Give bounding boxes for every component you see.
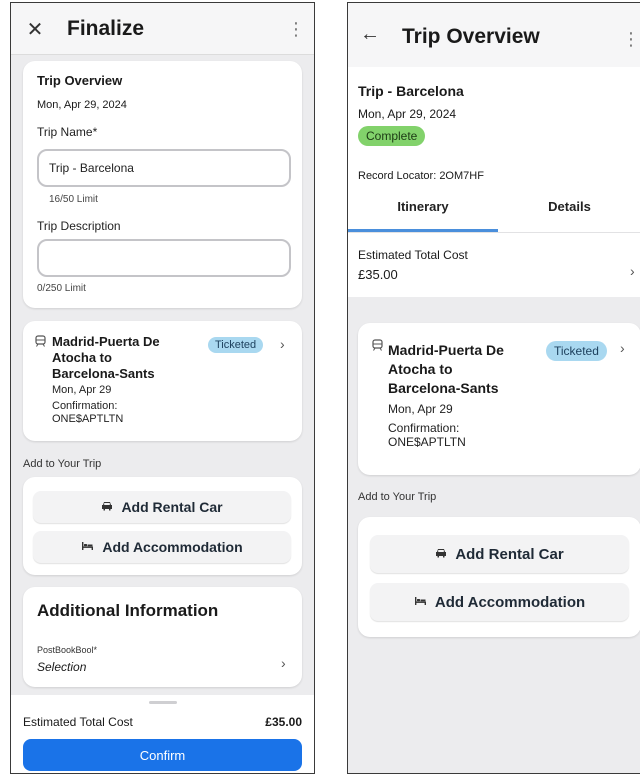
add-rental-car-button[interactable]: Add Rental Car bbox=[33, 491, 291, 523]
train-segment-card[interactable]: Madrid-Puerta De Atocha to Barcelona-San… bbox=[358, 323, 640, 475]
bed-icon bbox=[414, 595, 427, 609]
train-segment-card[interactable]: Madrid-Puerta De Atocha to Barcelona-San… bbox=[23, 321, 302, 441]
segment-title-line-1: Madrid-Puerta De bbox=[388, 342, 504, 358]
segment-title-line-3: Barcelona-Sants bbox=[52, 366, 155, 381]
tab-details[interactable]: Details bbox=[498, 199, 640, 214]
close-icon[interactable]: ✕ bbox=[25, 17, 45, 42]
car-icon bbox=[435, 547, 447, 561]
finalize-header: ✕ Finalize ⋮ bbox=[11, 3, 314, 55]
segment-date: Mon, Apr 29 bbox=[388, 402, 453, 416]
add-accommodation-label: Add Accommodation bbox=[102, 539, 243, 555]
add-to-trip-card: Add Rental Car Add Accommodation bbox=[358, 517, 640, 637]
confirmation-label: Confirmation: bbox=[52, 400, 118, 412]
add-to-trip-label: Add to Your Trip bbox=[23, 458, 102, 470]
card-title: Trip Overview bbox=[37, 73, 123, 88]
estimated-total-cost-label: Estimated Total Cost bbox=[358, 248, 468, 262]
add-to-trip-label: Add to Your Trip bbox=[358, 491, 437, 503]
trip-description-label: Trip Description bbox=[37, 219, 121, 233]
car-icon bbox=[101, 500, 113, 514]
add-accommodation-button[interactable]: Add Accommodation bbox=[370, 583, 629, 621]
arrow-left-icon[interactable]: ← bbox=[360, 23, 380, 46]
trip-description-limit: 0/250 Limit bbox=[37, 283, 86, 294]
segment-title-line-2: Atocha to bbox=[388, 361, 453, 377]
segment-title-line-2: Atocha to bbox=[52, 350, 112, 365]
trip-name-input[interactable]: Trip - Barcelona bbox=[37, 149, 291, 187]
add-to-trip-card: Add Rental Car Add Accommodation bbox=[23, 477, 302, 575]
add-rental-car-button[interactable]: Add Rental Car bbox=[370, 535, 629, 573]
trip-description-input[interactable] bbox=[37, 239, 291, 277]
page-title: Trip Overview bbox=[402, 25, 540, 48]
chevron-right-icon[interactable]: › bbox=[281, 655, 286, 671]
add-accommodation-button[interactable]: Add Accommodation bbox=[33, 531, 291, 563]
trip-overview-header: ← Trip Overview ⋮ bbox=[348, 3, 640, 67]
train-icon bbox=[35, 335, 46, 350]
estimated-total-cost-row[interactable]: Estimated Total Cost £35.00 › bbox=[348, 235, 640, 297]
chevron-right-icon[interactable]: › bbox=[620, 340, 625, 356]
status-badge: Complete bbox=[358, 126, 426, 146]
segment-title-line-1: Madrid-Puerta De bbox=[52, 334, 160, 349]
trip-name-limit: 16/50 Limit bbox=[49, 194, 98, 205]
add-rental-car-label: Add Rental Car bbox=[121, 499, 223, 515]
confirmation-label: Confirmation: bbox=[388, 421, 460, 435]
confirmation-code: ONE$APTLTN bbox=[388, 435, 466, 449]
trip-date: Mon, Apr 29, 2024 bbox=[37, 99, 127, 111]
additional-information-title: Additional Information bbox=[37, 601, 219, 620]
segment-title-line-3: Barcelona-Sants bbox=[388, 380, 499, 396]
trip-name-label: Trip Name* bbox=[37, 125, 98, 139]
tab-itinerary[interactable]: Itinerary bbox=[348, 199, 498, 214]
finalize-screen: ✕ Finalize ⋮ Trip Overview Mon, Apr 29, … bbox=[10, 2, 315, 774]
status-badge: Ticketed bbox=[208, 337, 264, 353]
divider bbox=[348, 232, 640, 233]
chevron-right-icon[interactable]: › bbox=[630, 263, 635, 279]
confirm-button[interactable]: Confirm bbox=[23, 739, 302, 771]
estimated-total-cost-value: £35.00 bbox=[265, 715, 302, 729]
trip-date: Mon, Apr 29, 2024 bbox=[358, 107, 457, 121]
post-book-bool-select[interactable]: Selection bbox=[37, 660, 86, 674]
status-badge: Ticketed bbox=[546, 341, 607, 361]
chevron-right-icon[interactable]: › bbox=[280, 336, 285, 352]
bed-icon bbox=[81, 540, 94, 554]
more-vertical-icon[interactable]: ⋮ bbox=[622, 29, 640, 50]
add-rental-car-label: Add Rental Car bbox=[455, 545, 564, 563]
estimated-total-cost-value: £35.00 bbox=[358, 267, 398, 282]
trip-overview-card: Trip Overview Mon, Apr 29, 2024 Trip Nam… bbox=[23, 61, 302, 308]
drag-handle[interactable] bbox=[149, 701, 177, 704]
trip-overview-screen: ← Trip Overview ⋮ Trip - Barcelona Mon, … bbox=[347, 2, 640, 774]
post-book-bool-label: PostBookBool* bbox=[37, 645, 98, 655]
more-vertical-icon[interactable]: ⋮ bbox=[287, 19, 305, 40]
train-icon bbox=[372, 339, 383, 354]
additional-information-card: Additional Information PostBookBool* Sel… bbox=[23, 587, 302, 687]
trip-name: Trip - Barcelona bbox=[358, 83, 464, 99]
add-accommodation-label: Add Accommodation bbox=[434, 593, 586, 611]
segment-date: Mon, Apr 29 bbox=[52, 384, 112, 396]
finalize-footer: Estimated Total Cost £35.00 Confirm bbox=[11, 695, 314, 773]
estimated-total-cost-label: Estimated Total Cost bbox=[23, 715, 133, 729]
page-title: Finalize bbox=[67, 17, 145, 40]
confirmation-code: ONE$APTLTN bbox=[52, 413, 124, 425]
record-locator: Record Locator: 2OM7HF bbox=[358, 170, 484, 182]
